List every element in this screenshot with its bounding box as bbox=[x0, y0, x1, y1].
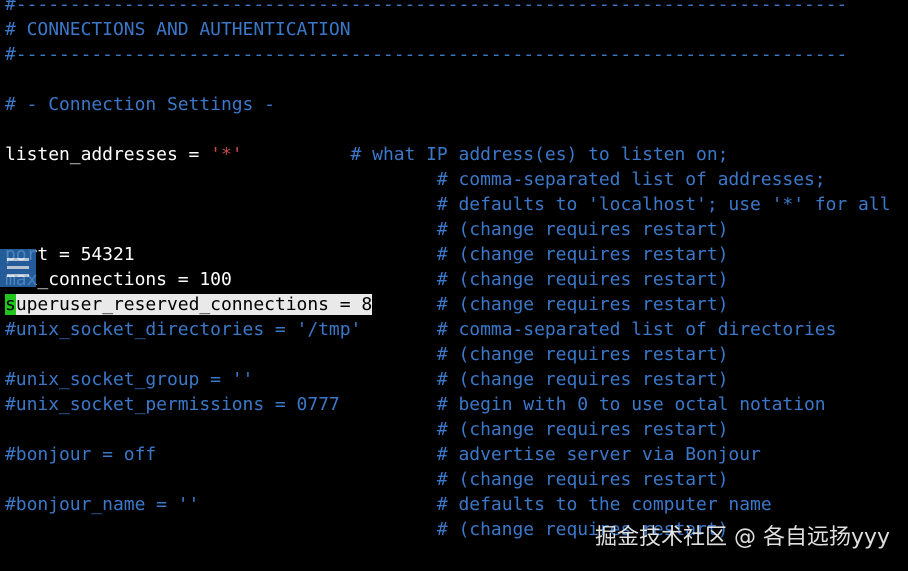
comment-text: #unix_socket_permissions = 0777 bbox=[5, 394, 340, 415]
config-text bbox=[372, 294, 437, 315]
comment-text: # defaults to 'localhost'; use '*' for a… bbox=[436, 194, 891, 215]
comment-text: #---------------------------------------… bbox=[5, 0, 848, 15]
config-text bbox=[5, 344, 437, 365]
comment-text: # (change requires restart) bbox=[436, 469, 729, 490]
comment-text: # (change requires restart) bbox=[436, 294, 729, 315]
comment-text: # (change requires restart) bbox=[436, 269, 729, 290]
terminal-line[interactable]: # (change requires restart) bbox=[5, 342, 729, 367]
config-text bbox=[5, 469, 437, 490]
terminal-line[interactable]: #---------------------------------------… bbox=[5, 0, 847, 17]
comment-text: #unix_socket_group = '' bbox=[5, 369, 254, 390]
terminal-line[interactable]: # (change requires restart) bbox=[5, 417, 729, 442]
config-text bbox=[253, 369, 437, 390]
config-text bbox=[361, 319, 437, 340]
config-text bbox=[5, 169, 437, 190]
terminal-line[interactable]: # CONNECTIONS AND AUTHENTICATION bbox=[5, 17, 351, 42]
comment-text: # - Connection Settings - bbox=[5, 94, 275, 115]
terminal-line[interactable]: #unix_socket_directories = '/tmp' # comm… bbox=[5, 317, 836, 342]
terminal-line[interactable]: #unix_socket_group = '' # (change requir… bbox=[5, 367, 728, 392]
config-text bbox=[340, 394, 437, 415]
config-text bbox=[232, 269, 437, 290]
comment-text: # (change requires restart) bbox=[436, 344, 729, 365]
comment-text: # what IP address(es) to listen on; bbox=[350, 144, 729, 165]
comment-text: # (change requires restart) bbox=[436, 419, 729, 440]
terminal-line[interactable]: # (change requires restart) bbox=[5, 467, 729, 492]
config-text bbox=[199, 494, 437, 515]
terminal-line[interactable]: port = 54321 # (change requires restart) bbox=[5, 242, 728, 267]
comment-text: # comma-separated list of directories bbox=[436, 319, 837, 340]
comment-text: # comma-separated list of addresses; bbox=[436, 169, 826, 190]
config-text bbox=[243, 144, 351, 165]
config-text bbox=[5, 219, 437, 240]
selected-text: uperuser_reserved_connections = 8 bbox=[15, 294, 373, 315]
terminal-line[interactable]: #bonjour = off # advertise server via Bo… bbox=[5, 442, 761, 467]
comment-text: #bonjour_name = '' bbox=[5, 494, 200, 515]
watermark: 掘金技术社区 @ 各自远扬yyy bbox=[594, 525, 890, 550]
terminal-line[interactable]: max_connections = 100 # (change requires… bbox=[5, 267, 728, 292]
comment-text: # advertise server via Bonjour bbox=[436, 444, 761, 465]
config-text bbox=[5, 519, 437, 540]
comment-text: #bonjour = off bbox=[5, 444, 157, 465]
config-text: max_connections = 100 bbox=[5, 269, 232, 290]
config-text bbox=[5, 194, 437, 215]
comment-text: # (change requires restart) bbox=[436, 369, 729, 390]
string-value: '*' bbox=[210, 144, 243, 165]
terminal-line[interactable]: # comma-separated list of addresses; bbox=[5, 167, 826, 192]
terminal-editor[interactable]: #---------------------------------------… bbox=[0, 0, 908, 571]
config-text bbox=[156, 444, 437, 465]
comment-text: #unix_socket_directories = '/tmp' bbox=[5, 319, 362, 340]
config-text bbox=[135, 244, 437, 265]
terminal-line[interactable]: # defaults to 'localhost'; use '*' for a… bbox=[5, 192, 891, 217]
terminal-line[interactable]: listen_addresses = '*' # what IP address… bbox=[5, 142, 728, 167]
config-text bbox=[5, 419, 437, 440]
terminal-line[interactable]: # - Connection Settings - bbox=[5, 92, 275, 117]
list-menu-icon[interactable] bbox=[0, 249, 36, 287]
comment-text: #---------------------------------------… bbox=[5, 44, 848, 65]
comment-text: # (change requires restart) bbox=[436, 244, 729, 265]
terminal-line[interactable]: #unix_socket_permissions = 0777 # begin … bbox=[5, 392, 826, 417]
terminal-line[interactable]: # (change requires restart) bbox=[5, 217, 729, 242]
comment-text: # begin with 0 to use octal notation bbox=[436, 394, 826, 415]
terminal-line[interactable]: superuser_reserved_connections = 8 # (ch… bbox=[5, 292, 728, 317]
config-text: listen_addresses = bbox=[5, 144, 211, 165]
comment-text: # CONNECTIONS AND AUTHENTICATION bbox=[5, 19, 351, 40]
terminal-line[interactable]: #bonjour_name = '' # defaults to the com… bbox=[5, 492, 772, 517]
text-cursor: s bbox=[5, 294, 16, 315]
comment-text: # defaults to the computer name bbox=[436, 494, 772, 515]
comment-text: # (change requires restart) bbox=[436, 219, 729, 240]
terminal-line[interactable]: #---------------------------------------… bbox=[5, 42, 847, 67]
